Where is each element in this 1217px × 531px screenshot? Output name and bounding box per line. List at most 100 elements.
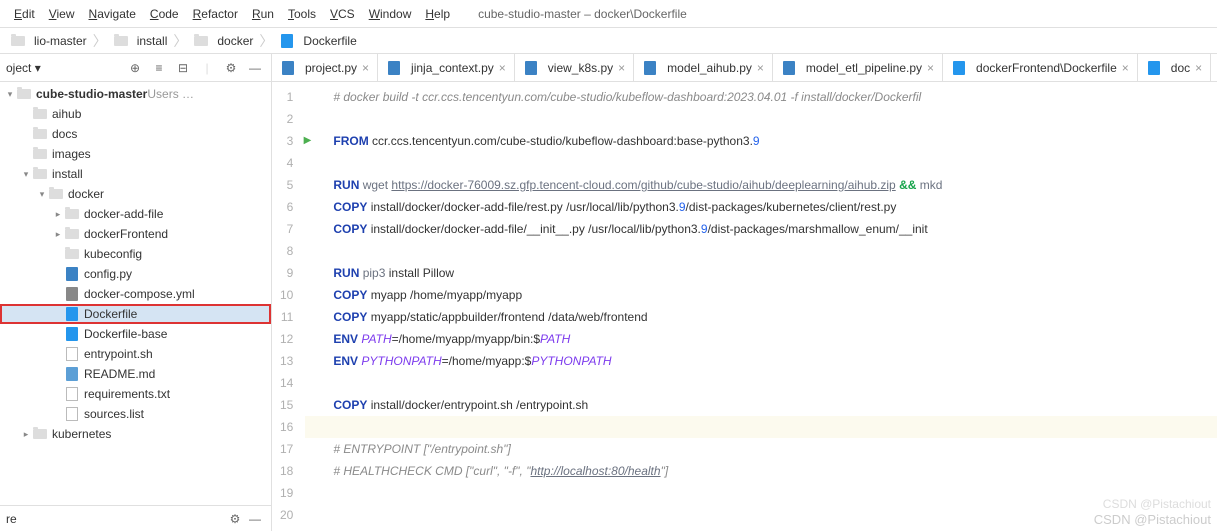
breadcrumb[interactable]: Dockerfile xyxy=(273,33,362,49)
editor-tab[interactable]: model_etl_pipeline.py × xyxy=(773,54,943,81)
code-line[interactable]: COPY myapp/static/appbuilder/frontend /d… xyxy=(305,306,1217,328)
divider: | xyxy=(197,58,217,78)
code-editor[interactable]: 123▶4567891011121314151617181920 # docke… xyxy=(272,82,1217,531)
code-line[interactable]: # HEALTHCHECK CMD ["curl", "-f", "http:/… xyxy=(305,460,1217,482)
code-line[interactable]: ENV PATH=/home/myapp/myapp/bin:$PATH xyxy=(305,328,1217,350)
menu-tools[interactable]: Tools xyxy=(282,5,322,23)
code-line[interactable] xyxy=(305,482,1217,504)
code-line[interactable] xyxy=(305,240,1217,262)
sidebar-footer: re ⚙ — xyxy=(0,505,271,531)
menu-view[interactable]: View xyxy=(43,5,81,23)
editor-tab[interactable]: view_k8s.py× xyxy=(515,54,634,81)
tree-item[interactable]: images xyxy=(0,144,271,164)
tab-label: jinja_context.py xyxy=(411,61,494,75)
locate-icon[interactable]: ⊕ xyxy=(125,58,145,78)
settings-icon[interactable]: ⚙ xyxy=(225,509,245,529)
editor-tab[interactable]: project.py× xyxy=(272,54,378,81)
code-line[interactable]: COPY install/docker/entrypoint.sh /entry… xyxy=(305,394,1217,416)
structure-label[interactable]: re xyxy=(6,512,17,526)
tab-label: dockerFrontend\Dockerfile xyxy=(976,61,1117,75)
code-line[interactable]: # docker build -t ccr.ccs.tencentyun.com… xyxy=(305,86,1217,108)
code-line[interactable]: ENV PYTHONPATH=/home/myapp:$PYTHONPATH xyxy=(305,350,1217,372)
close-icon[interactable]: × xyxy=(362,61,369,75)
close-icon[interactable]: × xyxy=(499,61,506,75)
breadcrumb[interactable]: lio-master xyxy=(4,33,93,49)
code-line[interactable] xyxy=(305,504,1217,526)
tab-label: model_etl_pipeline.py xyxy=(806,61,922,75)
breadcrumb[interactable]: install xyxy=(107,33,174,49)
tree-item[interactable]: kubeconfig xyxy=(0,244,271,264)
code-line[interactable] xyxy=(305,108,1217,130)
project-dropdown[interactable]: oject ▾ xyxy=(6,61,41,75)
close-icon[interactable]: × xyxy=(1195,61,1202,75)
tree-item[interactable]: ▸kubernetes xyxy=(0,424,271,444)
breadcrumb-label: Dockerfile xyxy=(303,34,356,48)
editor-tab[interactable]: dockerFrontend\Dockerfile × xyxy=(943,54,1138,81)
close-icon[interactable]: × xyxy=(927,61,934,75)
tree-item[interactable]: ▾cube-studio-master Users … xyxy=(0,84,271,104)
python-file-icon xyxy=(280,60,296,76)
chevron-right-icon[interactable]: ▸ xyxy=(52,209,64,220)
expand-all-icon[interactable]: ≡ xyxy=(149,58,169,78)
close-icon[interactable]: × xyxy=(1122,61,1129,75)
tree-item[interactable]: docs xyxy=(0,124,271,144)
tree-item[interactable]: docker-compose.yml xyxy=(0,284,271,304)
menu-vcs[interactable]: VCS xyxy=(324,5,361,23)
menu-help[interactable]: Help xyxy=(419,5,456,23)
code-line[interactable] xyxy=(305,152,1217,174)
folder-icon xyxy=(32,106,48,122)
code-line[interactable]: COPY install/docker/docker-add-file/rest… xyxy=(305,196,1217,218)
menu-run[interactable]: Run xyxy=(246,5,280,23)
chevron-right-icon[interactable]: ▸ xyxy=(20,429,32,440)
run-marker-icon[interactable]: ▶ xyxy=(304,130,312,152)
code-line[interactable]: # ENTRYPOINT ["/entrypoint.sh"] xyxy=(305,438,1217,460)
chevron-down-icon[interactable]: ▾ xyxy=(4,89,16,100)
tree-item[interactable]: config.py xyxy=(0,264,271,284)
code-line[interactable]: RUN pip3 install Pillow xyxy=(305,262,1217,284)
tree-item[interactable]: requirements.txt xyxy=(0,384,271,404)
editor-tab[interactable]: jinja_context.py × xyxy=(378,54,515,81)
menu-window[interactable]: Window xyxy=(363,5,418,23)
menu-navigate[interactable]: Navigate xyxy=(83,5,142,23)
breadcrumb[interactable]: docker xyxy=(187,33,259,49)
tree-item[interactable]: README.md xyxy=(0,364,271,384)
chevron-right-icon: 〉 xyxy=(93,31,107,51)
collapse-all-icon[interactable]: ⊟ xyxy=(173,58,193,78)
code-line[interactable]: COPY myapp /home/myapp/myapp xyxy=(305,284,1217,306)
tree-item[interactable]: entrypoint.sh xyxy=(0,344,271,364)
editor-tab[interactable]: doc× xyxy=(1138,54,1211,81)
tree-item[interactable]: ▸dockerFrontend xyxy=(0,224,271,244)
line-number: 19 xyxy=(280,482,293,504)
tree-item[interactable]: sources.list xyxy=(0,404,271,424)
tree-item-label: config.py xyxy=(84,267,132,281)
tree-item[interactable]: ▾docker xyxy=(0,184,271,204)
editor-tab[interactable]: model_aihub.py× xyxy=(634,54,773,81)
chevron-right-icon[interactable]: ▸ xyxy=(52,229,64,240)
menu-refactor[interactable]: Refactor xyxy=(187,5,244,23)
tree-item-label: requirements.txt xyxy=(84,387,170,401)
menu-code[interactable]: Code xyxy=(144,5,185,23)
code-line[interactable]: FROM ccr.ccs.tencentyun.com/cube-studio/… xyxy=(305,130,1217,152)
chevron-down-icon[interactable]: ▾ xyxy=(20,169,32,180)
hide-icon[interactable]: — xyxy=(245,509,265,529)
tree-item[interactable]: Dockerfile-base xyxy=(0,324,271,344)
hide-icon[interactable]: — xyxy=(245,58,265,78)
close-icon[interactable]: × xyxy=(757,61,764,75)
tree-item[interactable]: aihub xyxy=(0,104,271,124)
chevron-down-icon[interactable]: ▾ xyxy=(36,189,48,200)
tree-item[interactable]: Dockerfile xyxy=(0,304,271,324)
code-body[interactable]: # docker build -t ccr.ccs.tencentyun.com… xyxy=(305,82,1217,531)
folder-icon xyxy=(193,33,209,49)
line-number: 15 xyxy=(280,394,293,416)
menu-edit[interactable]: Edit xyxy=(8,5,41,23)
code-line[interactable]: RUN wget https://docker-76009.sz.gfp.ten… xyxy=(305,174,1217,196)
tree-item[interactable]: ▾install xyxy=(0,164,271,184)
code-line[interactable] xyxy=(305,372,1217,394)
code-line[interactable]: COPY install/docker/docker-add-file/__in… xyxy=(305,218,1217,240)
folder-icon xyxy=(16,86,32,102)
project-tree[interactable]: ▾cube-studio-master Users …aihubdocsimag… xyxy=(0,82,271,505)
tree-item[interactable]: ▸docker-add-file xyxy=(0,204,271,224)
close-icon[interactable]: × xyxy=(618,61,625,75)
settings-icon[interactable]: ⚙ xyxy=(221,58,241,78)
code-line[interactable] xyxy=(305,416,1217,438)
